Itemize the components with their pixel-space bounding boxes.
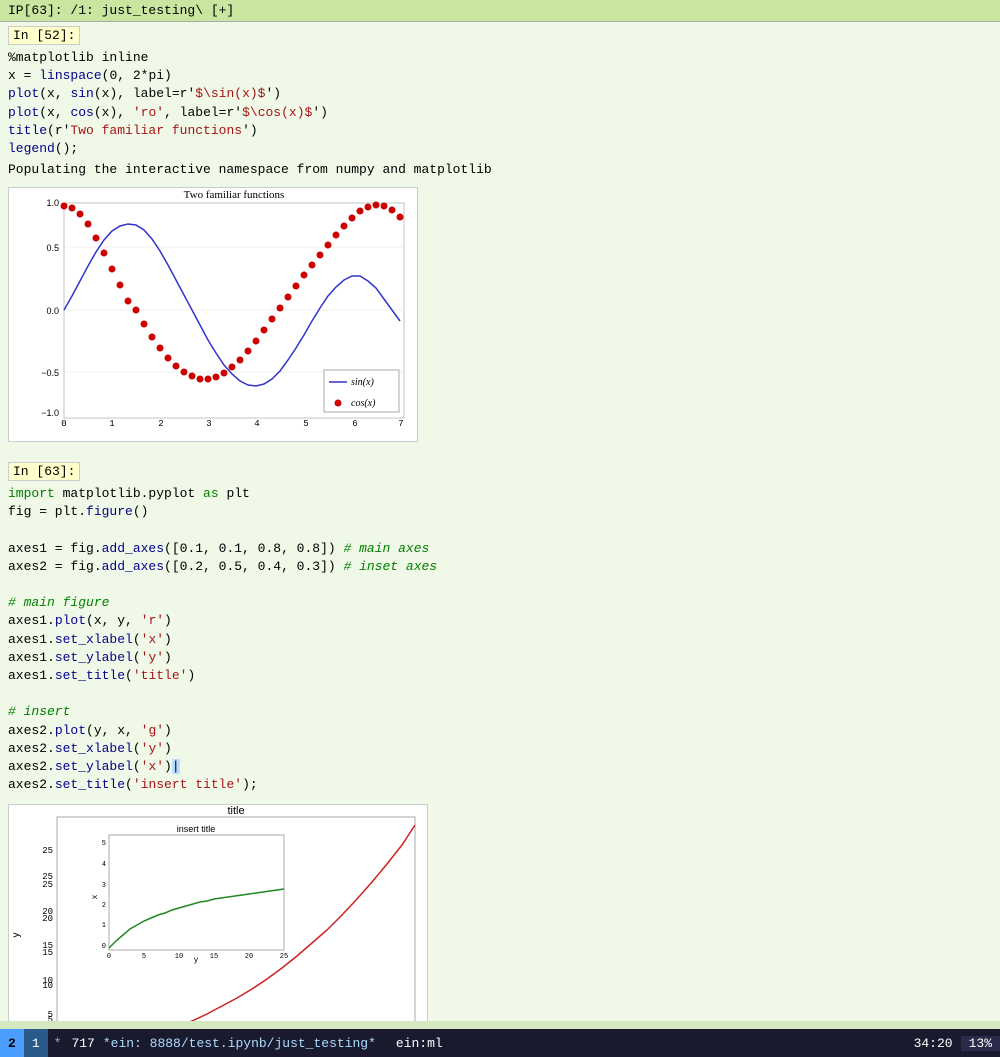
svg-text:−0.5: −0.5 (41, 368, 59, 378)
status-mode: 2 (0, 1029, 24, 1057)
svg-text:4: 4 (102, 861, 106, 869)
svg-text:20: 20 (245, 953, 253, 961)
svg-text:title: title (227, 805, 244, 817)
svg-text:10: 10 (175, 953, 183, 961)
svg-text:cos(x): cos(x) (351, 398, 376, 409)
svg-text:0.5: 0.5 (46, 243, 59, 253)
code-2: import matplotlib.pyplot as plt fig = pl… (8, 483, 992, 796)
notebook-content[interactable]: In [52]: %matplotlib inline x = linspace… (0, 22, 1000, 1021)
svg-text:25: 25 (42, 846, 53, 856)
svg-text:0: 0 (107, 953, 111, 961)
cell-2: In [63]: import matplotlib.pyplot as plt… (0, 458, 1000, 1021)
status-asterisk: * (48, 1036, 68, 1051)
status-kernel: ein:ml (380, 1036, 459, 1051)
svg-text:0: 0 (61, 419, 66, 429)
svg-text:25: 25 (42, 872, 53, 882)
svg-text:0.0: 0.0 (46, 306, 59, 316)
svg-text:20: 20 (42, 907, 53, 917)
output-1: Populating the interactive namespace fro… (8, 160, 992, 179)
status-linecount: 717 (67, 1036, 98, 1051)
svg-text:7: 7 (398, 419, 403, 429)
svg-text:5: 5 (102, 840, 106, 848)
svg-text:15: 15 (42, 941, 53, 951)
plot2-svg: title y x 0 5 10 15 20 25 25 0 5 10 (8, 804, 428, 1021)
plot-1: Two familiar functions 1.0 0.5 0.0 −0.5 … (8, 187, 418, 446)
svg-text:5: 5 (48, 1010, 53, 1020)
status-filename: *ein: 8888/test.ipynb/just_testing* (99, 1036, 380, 1051)
status-position: 34:20 (906, 1036, 961, 1051)
svg-text:6: 6 (352, 419, 357, 429)
status-right: 34:20 13% (906, 1036, 1000, 1051)
svg-text:2: 2 (158, 419, 163, 429)
svg-text:y: y (194, 956, 199, 965)
svg-text:1: 1 (109, 419, 114, 429)
status-cell-num: 1 (24, 1029, 48, 1057)
svg-text:4: 4 (254, 419, 259, 429)
status-bar: 2 1 * 717 *ein: 8888/test.ipynb/just_tes… (0, 1029, 1000, 1057)
svg-text:25: 25 (280, 953, 288, 961)
svg-text:−1.0: −1.0 (41, 408, 59, 418)
svg-text:1: 1 (102, 922, 106, 930)
svg-text:sin(x): sin(x) (351, 377, 374, 388)
svg-text:x: x (91, 895, 100, 900)
svg-text:2: 2 (102, 902, 106, 910)
plot-2: title y x 0 5 10 15 20 25 25 0 5 10 (8, 804, 428, 1021)
svg-text:1.0: 1.0 (46, 198, 59, 208)
title-text: IP[63]: /1: just_testing\ [+] (8, 3, 234, 18)
svg-text:5: 5 (142, 953, 146, 961)
svg-text:3: 3 (206, 419, 211, 429)
svg-text:5: 5 (303, 419, 308, 429)
svg-text:3: 3 (102, 882, 106, 890)
prompt-2: In [63]: (8, 462, 80, 481)
cell-1: In [52]: %matplotlib inline x = linspace… (0, 22, 1000, 458)
svg-text:insert title: insert title (177, 824, 216, 834)
plot1-svg: Two familiar functions 1.0 0.5 0.0 −0.5 … (8, 187, 418, 442)
svg-text:10: 10 (42, 976, 53, 986)
svg-text:0: 0 (102, 943, 106, 951)
svg-text:y: y (11, 933, 22, 938)
svg-text:15: 15 (210, 953, 218, 961)
code-1: %matplotlib inline x = linspace(0, 2*pi)… (8, 47, 992, 160)
prompt-1: In [52]: (8, 26, 80, 45)
svg-text:Two familiar functions: Two familiar functions (184, 189, 285, 201)
title-bar: IP[63]: /1: just_testing\ [+] (0, 0, 1000, 22)
status-percentage: 13% (961, 1036, 1000, 1051)
